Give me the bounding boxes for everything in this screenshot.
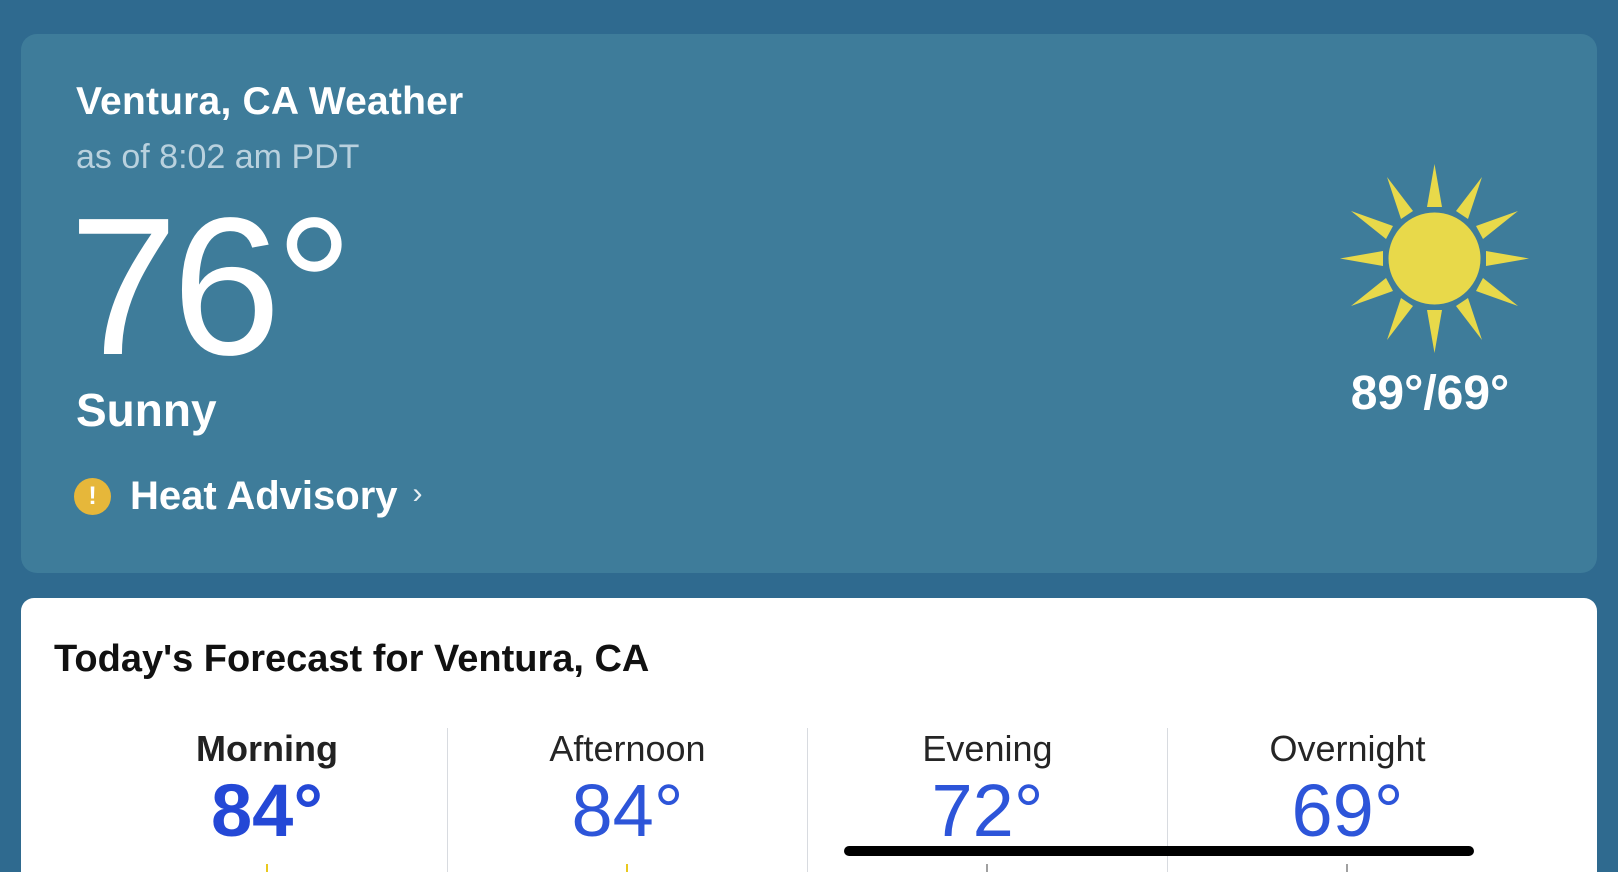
alert-label: Heat Advisory <box>130 473 398 518</box>
forecast-title: Today's Forecast for Ventura, CA <box>54 638 650 680</box>
current-conditions-card: Ventura, CA Weather as of 8:02 am PDT 76… <box>21 34 1597 573</box>
observation-time: as of 8:02 am PDT <box>76 138 360 176</box>
chevron-right-icon: › <box>412 477 423 510</box>
period-label: Morning <box>196 728 338 769</box>
sun-core <box>1388 212 1481 305</box>
period-temperature: 84° <box>571 769 684 852</box>
home-indicator <box>844 846 1474 856</box>
high-low-temperature: 89°/69° <box>1350 367 1510 420</box>
weather-mini-icon <box>265 864 268 872</box>
forecast-period-morning[interactable]: Morning 84° <box>87 728 447 872</box>
weather-page: Ventura, CA Weather as of 8:02 am PDT 76… <box>0 0 1618 872</box>
period-label: Overnight <box>1269 728 1426 769</box>
period-label: Evening <box>922 728 1053 769</box>
current-temperature: 76° <box>69 177 353 396</box>
period-temperature: 69° <box>1291 769 1404 852</box>
exclamation-icon: ! <box>74 477 111 515</box>
heat-advisory-link[interactable]: ! Heat Advisory › <box>74 472 423 520</box>
period-temperature: 72° <box>931 769 1044 852</box>
weather-mini-icon <box>626 864 629 872</box>
period-label: Afternoon <box>549 728 706 769</box>
period-temperature: 84° <box>211 769 323 852</box>
weather-condition: Sunny <box>76 384 217 436</box>
location-title: Ventura, CA Weather <box>76 80 464 123</box>
weather-mini-icon <box>1346 864 1349 872</box>
forecast-period-afternoon[interactable]: Afternoon 84° <box>446 728 807 872</box>
today-forecast-card: Today's Forecast for Ventura, CA Morning… <box>21 598 1597 872</box>
weather-mini-icon <box>986 864 989 872</box>
sun-icon <box>1340 164 1529 353</box>
